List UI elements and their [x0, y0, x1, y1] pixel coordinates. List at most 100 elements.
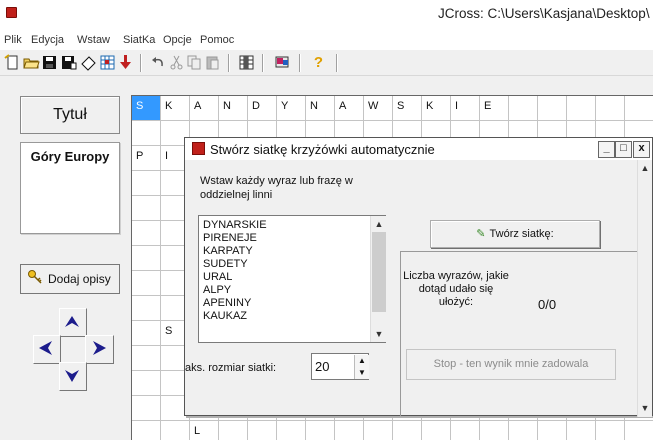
grid-cell[interactable]: [509, 421, 538, 440]
word-line: PIRENEJE: [203, 232, 257, 244]
move-left-button[interactable]: [33, 335, 61, 364]
dialog-app-icon[interactable]: [192, 142, 205, 155]
dialog-scrollbar[interactable]: ▲ ▼: [637, 160, 652, 417]
menu-grid[interactable]: SiatKa: [123, 34, 155, 46]
grid-cell[interactable]: [422, 421, 451, 440]
create-grid-dialog: Stwórz siatkę krzyżówki automatycznie _ …: [184, 137, 653, 417]
grid-cell[interactable]: [132, 421, 161, 440]
eraser-icon[interactable]: [80, 54, 97, 71]
grid-cell[interactable]: [277, 421, 306, 440]
save-as-icon[interactable]: [60, 54, 77, 71]
word-line: SUDETY: [203, 258, 248, 270]
grid-cell[interactable]: [132, 271, 161, 296]
grid-cell[interactable]: [132, 396, 161, 421]
grid-cell[interactable]: [132, 246, 161, 271]
grid-cell[interactable]: [219, 421, 248, 440]
grid-cell[interactable]: L: [190, 421, 219, 440]
grid-cell[interactable]: P: [132, 146, 161, 171]
toolbar-separator: [228, 54, 230, 72]
grid-generate-icon[interactable]: [238, 54, 255, 71]
grid-cell[interactable]: [625, 421, 653, 440]
grid-cell[interactable]: [538, 96, 567, 121]
max-size-spinner[interactable]: 20 ▲ ▼: [311, 353, 369, 380]
grid-cell[interactable]: [132, 296, 161, 321]
create-grid-button[interactable]: ✎ Twórz siatkę:: [430, 220, 600, 248]
grid-cell[interactable]: [567, 96, 596, 121]
scroll-thumb[interactable]: [372, 232, 386, 312]
grid-cell[interactable]: I: [451, 96, 480, 121]
grid-cell[interactable]: A: [335, 96, 364, 121]
grid-cell[interactable]: [132, 171, 161, 196]
scroll-down-icon[interactable]: ▼: [638, 400, 652, 416]
grid-cell[interactable]: [248, 421, 277, 440]
window-titlebar: JCross: C:\Users\Kasjana\Desktop\: [0, 0, 653, 31]
grid-cell[interactable]: D: [248, 96, 277, 121]
new-file-icon[interactable]: [4, 54, 21, 71]
grid-cell[interactable]: [509, 96, 538, 121]
grid-cell[interactable]: K: [422, 96, 451, 121]
print-preview-icon[interactable]: [274, 54, 291, 71]
words-textarea[interactable]: ▲ ▼ DYNARSKIE PIRENEJE KARPATY SUDETY URAL AL…: [198, 215, 386, 343]
help-icon[interactable]: ?: [310, 54, 327, 71]
grid-cell[interactable]: S: [132, 96, 161, 121]
title-value[interactable]: Góry Europy: [20, 142, 120, 234]
grid-cell[interactable]: [335, 421, 364, 440]
grid-cell[interactable]: [132, 121, 161, 146]
move-up-button[interactable]: [59, 308, 87, 337]
grid-cell[interactable]: [132, 321, 161, 346]
grid-cell[interactable]: [132, 346, 161, 371]
menu-insert[interactable]: Wstaw: [77, 34, 110, 46]
open-folder-icon[interactable]: [23, 54, 40, 71]
words-scrollbar[interactable]: ▲ ▼: [370, 216, 386, 342]
grid-cell[interactable]: [596, 421, 625, 440]
grid-cell[interactable]: [596, 96, 625, 121]
menu-file[interactable]: Plik: [4, 34, 22, 46]
grid-cell[interactable]: Y: [277, 96, 306, 121]
grid-cell[interactable]: [480, 421, 509, 440]
save-icon[interactable]: [41, 54, 58, 71]
grid-cell[interactable]: [161, 421, 190, 440]
grid-cell[interactable]: [132, 196, 161, 221]
grid-pattern-icon[interactable]: [99, 54, 116, 71]
grid-cell[interactable]: K: [161, 96, 190, 121]
down-arrow-icon[interactable]: [117, 54, 134, 71]
spin-up-icon[interactable]: ▲: [354, 355, 369, 367]
grid-cell[interactable]: [132, 371, 161, 396]
grid-cell[interactable]: S: [393, 96, 422, 121]
dialog-titlebar: Stwórz siatkę krzyżówki automatycznie _ …: [185, 138, 652, 160]
maximize-button[interactable]: □: [615, 141, 632, 158]
grid-cell[interactable]: [451, 421, 480, 440]
app-icon[interactable]: [6, 7, 17, 18]
grid-cell[interactable]: [132, 221, 161, 246]
grid-cell[interactable]: N: [219, 96, 248, 121]
menu-help[interactable]: Pomoc: [200, 34, 234, 46]
menu-edit[interactable]: Edycja: [31, 34, 64, 46]
grid-cell[interactable]: E: [480, 96, 509, 121]
copy-icon[interactable]: [186, 54, 203, 71]
spin-down-icon[interactable]: ▼: [354, 367, 369, 379]
close-button[interactable]: x: [633, 141, 650, 158]
grid-cell[interactable]: A: [190, 96, 219, 121]
grid-cell[interactable]: [364, 421, 393, 440]
title-label: Tytuł: [20, 96, 120, 134]
move-down-button[interactable]: [59, 362, 87, 391]
menu-bar: Plik Edycja Wstaw SiatKa Opcje Pomoc: [0, 31, 653, 50]
undo-icon[interactable]: [150, 54, 167, 71]
scroll-up-icon[interactable]: ▲: [638, 160, 652, 176]
grid-cell[interactable]: [625, 96, 653, 121]
word-line: KARPATY: [203, 245, 253, 257]
grid-cell[interactable]: [393, 421, 422, 440]
cut-icon[interactable]: [168, 54, 185, 71]
grid-cell[interactable]: N: [306, 96, 335, 121]
grid-cell[interactable]: W: [364, 96, 393, 121]
stop-button[interactable]: Stop - ten wynik mnie zadowala: [406, 349, 616, 380]
menu-options[interactable]: Opcje: [163, 34, 192, 46]
grid-cell[interactable]: [538, 421, 567, 440]
grid-cell[interactable]: [567, 421, 596, 440]
move-right-button[interactable]: [85, 335, 114, 364]
minimize-button[interactable]: _: [598, 141, 615, 158]
scroll-down-icon[interactable]: ▼: [371, 326, 387, 342]
paste-icon[interactable]: [204, 54, 221, 71]
scroll-up-icon[interactable]: ▲: [371, 216, 387, 232]
grid-cell[interactable]: [306, 421, 335, 440]
